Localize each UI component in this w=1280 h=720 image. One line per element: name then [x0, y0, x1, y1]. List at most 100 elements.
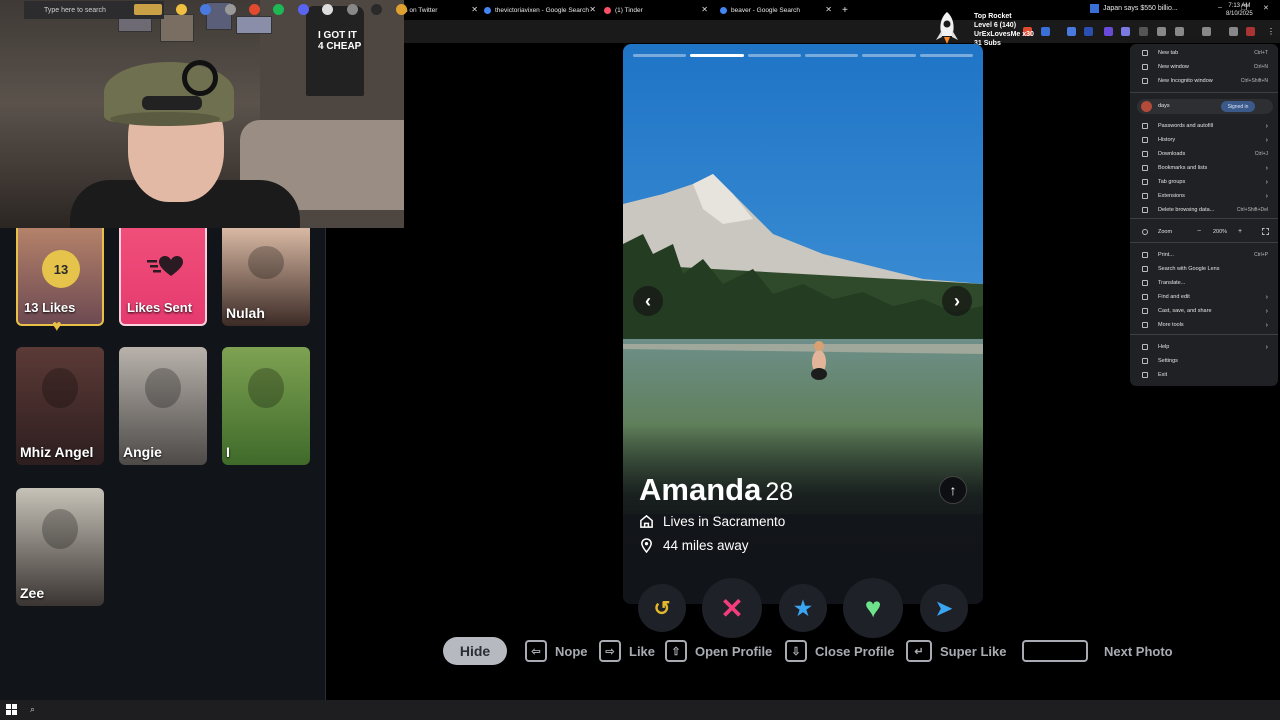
steam-icon[interactable]	[200, 4, 211, 15]
next-photo-button[interactable]: ›	[942, 286, 972, 316]
extension-icon[interactable]	[1229, 27, 1238, 36]
profile-lives: Lives in Sacramento	[639, 514, 785, 529]
open-profile-button[interactable]: ↑	[939, 476, 967, 504]
hint-close-profile: ⇩ Close Profile	[785, 638, 894, 664]
zoom-in-button[interactable]: +	[1238, 228, 1242, 235]
chrome-menu-item[interactable]: Passwords and autofill ›	[1130, 120, 1278, 132]
browser-tab[interactable]: (1) Tinder ✕	[604, 3, 708, 18]
chrome-menu-item[interactable]: History ›	[1130, 134, 1278, 146]
close-tab-icon[interactable]: ✕	[825, 5, 832, 14]
menu-item-icon	[1142, 358, 1148, 364]
wall-poster	[236, 16, 272, 34]
chrome-menu-item[interactable]: More tools ›	[1130, 319, 1278, 331]
like-card[interactable]: Mhiz Angel	[16, 347, 104, 465]
spotify-icon[interactable]	[273, 4, 284, 15]
likes-sent-card[interactable]: Likes Sent	[119, 228, 207, 326]
like-card[interactable]: I	[222, 347, 310, 465]
extension-icon[interactable]	[1246, 27, 1255, 36]
like-button[interactable]: ♥	[843, 578, 903, 638]
extension-icon[interactable]	[1067, 27, 1076, 36]
like-card[interactable]: Zee	[16, 488, 104, 606]
chrome-icon[interactable]	[396, 4, 407, 15]
menu-item-label: Translate...	[1158, 280, 1186, 286]
github-icon[interactable]	[347, 4, 358, 15]
sunglasses	[142, 96, 202, 110]
browser-tab[interactable]: thevictoriavixen - Google Search ✕	[484, 3, 596, 18]
extension-icon[interactable]	[1084, 27, 1093, 36]
chrome-menu-item[interactable]: Cast, save, and share ›	[1130, 305, 1278, 317]
close-tab-icon[interactable]: ✕	[701, 5, 708, 14]
extension-icon[interactable]	[1175, 27, 1184, 36]
address-bar-row	[400, 20, 1280, 43]
send-icon: ➤	[935, 597, 953, 620]
chrome-menu-item[interactable]: Find and edit ›	[1130, 291, 1278, 303]
browser-tab[interactable]: beaver - Google Search ✕	[720, 3, 832, 18]
likes-card[interactable]: 13 13 Likes	[16, 228, 104, 326]
extension-icon[interactable]	[1121, 27, 1130, 36]
hint-next-photo: Next Photo	[1022, 638, 1173, 664]
chrome-menu-button[interactable]: ⋮	[1267, 27, 1275, 37]
close-window-button[interactable]: ✕	[1263, 4, 1269, 12]
right-arrow-key-icon: ⇨	[599, 640, 621, 662]
menu-item-shortcut: Ctrl+Shift+Del	[1236, 207, 1268, 213]
fullscreen-icon[interactable]	[1262, 228, 1269, 235]
like-card[interactable]: Nulah	[222, 228, 310, 326]
settings-icon[interactable]	[225, 4, 236, 15]
card-photo-subject	[42, 509, 78, 550]
extension-icon[interactable]	[1139, 27, 1148, 36]
chrome-menu-item[interactable]: Search with Google Lens	[1130, 263, 1278, 275]
profile-card[interactable]: ‹ › ↑ Amanda 28 Lives in Sacramento 44 mi…	[623, 44, 983, 604]
extension-icon[interactable]	[1157, 27, 1166, 36]
chrome-menu-item[interactable]: Exit	[1130, 369, 1278, 381]
chrome-menu-item[interactable]: Downloads Ctrl+J	[1130, 148, 1278, 160]
boost-button[interactable]: ➤	[920, 584, 968, 632]
extension-icon[interactable]	[1202, 27, 1211, 36]
card-photo-subject	[248, 245, 284, 279]
news-widget[interactable]: Japan says $550 billio...	[1090, 4, 1178, 13]
terminal-icon[interactable]	[371, 4, 382, 15]
chrome-menu-item[interactable]: Extensions ›	[1130, 190, 1278, 202]
menu-item-icon	[1142, 64, 1148, 70]
nope-button[interactable]: ✕	[702, 578, 762, 638]
enter-key-icon: ↵	[906, 640, 932, 662]
close-tab-icon[interactable]: ✕	[589, 5, 596, 14]
prev-photo-button[interactable]: ‹	[633, 286, 663, 316]
hint-nope-label: Nope	[555, 643, 588, 659]
chrome-menu-item[interactable]: Translate...	[1130, 277, 1278, 289]
tiger-icon[interactable]	[134, 4, 162, 15]
super-like-button[interactable]: ★	[779, 584, 827, 632]
chrome-menu-item[interactable]: New tab Ctrl+T	[1130, 47, 1278, 59]
close-tab-icon[interactable]: ✕	[471, 5, 478, 14]
taskbar-clock[interactable]: 7:13 AM 8/10/2025	[1226, 2, 1253, 18]
chrome-menu-item[interactable]: Print... Ctrl+P	[1130, 249, 1278, 261]
card-name: Zee	[20, 585, 45, 601]
menu-item-icon	[1142, 344, 1148, 350]
chrome-menu-item[interactable]: New Incognito window Ctrl+Shift+N	[1130, 75, 1278, 87]
zoom-out-button[interactable]: −	[1197, 228, 1201, 235]
zoom-row: Zoom	[1130, 226, 1278, 238]
hide-hints-button[interactable]: Hide	[443, 637, 507, 665]
hint-open-profile-label: Open Profile	[695, 643, 773, 659]
windows-start-icon[interactable]	[6, 704, 17, 715]
chrome-menu-item[interactable]: Help ›	[1130, 341, 1278, 353]
extension-icon[interactable]	[1104, 27, 1113, 36]
chrome-menu-item[interactable]: Settings	[1130, 355, 1278, 367]
discord-icon[interactable]	[298, 4, 309, 15]
tab-favicon-icon	[484, 7, 491, 14]
photo-progress-segment	[633, 54, 687, 57]
rewind-button[interactable]: ↺	[638, 584, 686, 632]
obs-icon[interactable]	[322, 4, 333, 15]
chrome-menu-item[interactable]: Tab groups ›	[1130, 176, 1278, 188]
extension-icon[interactable]	[1041, 27, 1050, 36]
minimize-button[interactable]: –	[1218, 4, 1222, 11]
brave-icon[interactable]	[249, 4, 260, 15]
like-card[interactable]: Angie	[119, 347, 207, 465]
photo-progress-segment	[690, 54, 744, 57]
chrome-menu-item[interactable]: Delete browsing data... Ctrl+Shift+Del	[1130, 204, 1278, 216]
chrome-menu-item[interactable]: Bookmarks and lists ›	[1130, 162, 1278, 174]
chrome-menu-item[interactable]: New window Ctrl+N	[1130, 61, 1278, 73]
menu-separator	[1130, 218, 1278, 219]
new-tab-button[interactable]: +	[842, 3, 848, 18]
tab-favicon-icon	[604, 7, 611, 14]
file-explorer-icon[interactable]	[176, 4, 187, 15]
